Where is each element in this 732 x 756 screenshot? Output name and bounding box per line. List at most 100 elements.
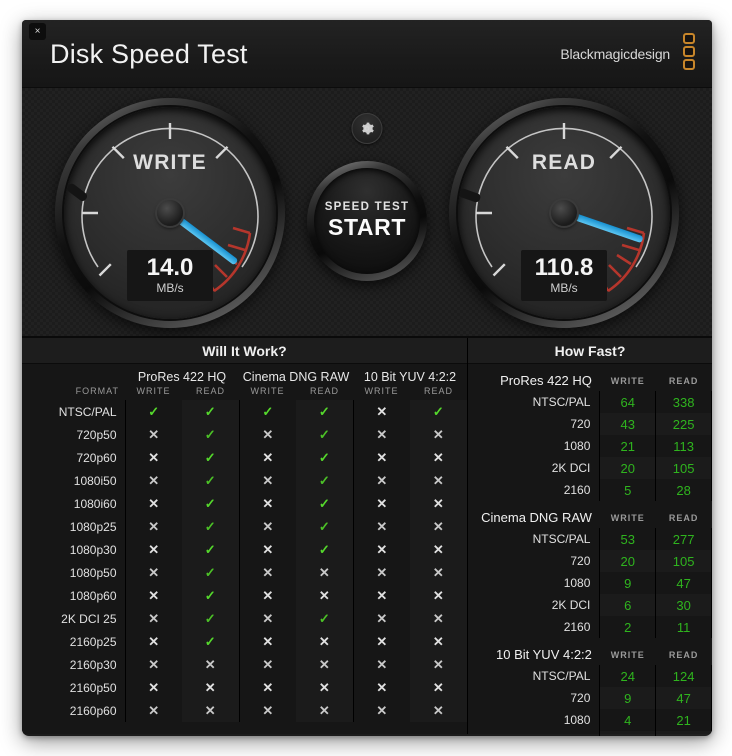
table-row: 1080p30 ✕ ✓ ✕ ✓ ✕ ✕ (22, 538, 468, 561)
write-speed-cell: 9 (599, 687, 656, 709)
table-row: 2K DCI 6 30 (468, 594, 712, 616)
brand-label: Blackmagicdesign (560, 46, 670, 62)
support-no-icon: ✕ (296, 584, 354, 607)
support-yes-icon: ✓ (182, 584, 240, 607)
table-row: 720p50 ✕ ✓ ✕ ✓ ✕ ✕ (22, 423, 468, 446)
read-speed-cell: 225 (655, 413, 712, 435)
support-no-icon: ✕ (262, 541, 274, 557)
resolution-cell: 720 (570, 691, 591, 705)
support-no-icon: ✕ (376, 610, 388, 626)
support-no-icon: ✕ (182, 653, 240, 676)
read-speed-cell: 113 (655, 435, 712, 457)
table-row: 2160 5 28 (468, 479, 712, 501)
how-fast-block: ProRes 422 HQ WRITE READ NTSC/PAL 64 338 720 43… (468, 368, 712, 501)
table-row: 2160p60 ✕ ✕ ✕ ✕ ✕ ✕ (22, 699, 468, 722)
write-speed-cell: 20 (599, 550, 656, 572)
write-speed-cell: 53 (599, 528, 656, 550)
support-no-icon: ✕ (148, 472, 160, 488)
support-no-icon: ✕ (410, 515, 468, 538)
format-cell: 720p50 (22, 423, 126, 446)
write-unit: MB/s (156, 281, 184, 295)
support-no-icon: ✕ (296, 653, 354, 676)
resolution-cell: 2K DCI (551, 598, 591, 612)
support-no-icon: ✕ (410, 630, 468, 653)
close-button[interactable]: × (29, 23, 46, 40)
support-no-icon: ✕ (376, 633, 388, 649)
write-gauge-label: WRITE (133, 151, 207, 174)
read-unit: MB/s (550, 281, 578, 295)
read-speed-cell: 105 (655, 550, 712, 572)
resolution-cell: 720 (570, 417, 591, 431)
support-yes-icon: ✓ (182, 492, 240, 515)
support-no-icon: ✕ (376, 564, 388, 580)
support-no-icon: ✕ (262, 426, 274, 442)
table-row: 2160 2 11 (468, 616, 712, 638)
support-yes-icon: ✓ (296, 538, 354, 561)
table-row: NTSC/PAL ✓ ✓ ✓ ✓ ✕ ✓ (22, 400, 468, 423)
support-no-icon: ✕ (182, 676, 240, 699)
table-row: 720 20 105 (468, 550, 712, 572)
support-yes-icon: ✓ (182, 607, 240, 630)
start-button[interactable]: SPEED TEST START (307, 161, 427, 281)
how-fast-title: How Fast? (468, 338, 712, 364)
format-cell: 2160p50 (22, 676, 126, 699)
support-no-icon: ✕ (410, 561, 468, 584)
read-gauge-label: READ (531, 151, 597, 174)
format-cell: 720p60 (22, 446, 126, 469)
format-cell: 2160p30 (22, 653, 126, 676)
support-yes-icon: ✓ (296, 492, 354, 515)
write-speed-cell: 3 (599, 731, 656, 736)
read-gauge-hub (551, 200, 577, 226)
table-row: 1080p25 ✕ ✓ ✕ ✓ ✕ ✕ (22, 515, 468, 538)
will-it-work-body: NTSC/PAL ✓ ✓ ✓ ✓ ✕ ✓ 720p50 ✕ ✓ ✕ ✓ ✕ ✕ 720p60 ✕ ✓ ✕ ✓ ✕ ✕ 10… (22, 400, 468, 722)
read-value: 110.8 (534, 253, 594, 281)
support-no-icon: ✕ (376, 495, 388, 511)
how-fast-block: 10 Bit YUV 4:2:2 WRITE READ NTSC/PAL 24 124 72… (468, 642, 712, 736)
support-no-icon: ✕ (376, 656, 388, 672)
support-no-icon: ✕ (148, 656, 160, 672)
support-no-icon: ✕ (148, 449, 160, 465)
format-cell: 2160p60 (22, 699, 126, 722)
sub-dng-read: READ (310, 386, 340, 396)
support-yes-icon: ✓ (148, 403, 160, 419)
support-no-icon: ✕ (296, 676, 354, 699)
how-fast-read-header: READ (668, 512, 699, 523)
support-no-icon: ✕ (410, 492, 468, 515)
support-no-icon: ✕ (376, 587, 388, 603)
how-fast-read-header: READ (668, 649, 699, 660)
support-no-icon: ✕ (262, 587, 274, 603)
title-bar: × Disk Speed Test Blackmagicdesign (22, 20, 712, 88)
read-speed-cell: 28 (655, 479, 712, 501)
resolution-cell: 1080 (563, 713, 591, 727)
write-readout: 14.0 MB/s (127, 249, 213, 301)
group-header-dng: Cinema DNG RAW (242, 370, 350, 384)
read-speed-cell: 124 (655, 665, 712, 687)
support-no-icon: ✕ (410, 423, 468, 446)
support-yes-icon: ✓ (296, 423, 354, 446)
how-fast-body: ProRes 422 HQ WRITE READ NTSC/PAL 64 338 720 43… (468, 368, 712, 736)
resolution-cell: 1080 (563, 576, 591, 590)
will-it-work-table: ProRes 422 HQ Cinema DNG RAW 10 Bit YUV … (22, 364, 468, 722)
support-no-icon: ✕ (148, 610, 160, 626)
support-no-icon: ✕ (262, 610, 274, 626)
sub-yuv-write: WRITE (364, 386, 399, 396)
support-yes-icon: ✓ (182, 423, 240, 446)
support-yes-icon: ✓ (296, 400, 354, 423)
support-no-icon: ✕ (148, 702, 160, 718)
support-no-icon: ✕ (376, 518, 388, 534)
format-cell: 1080p25 (22, 515, 126, 538)
settings-button[interactable] (351, 113, 383, 144)
sub-prores-write: WRITE (136, 386, 171, 396)
format-cell: 2160p25 (22, 630, 126, 653)
support-no-icon: ✕ (262, 679, 274, 695)
group-header-row: ProRes 422 HQ Cinema DNG RAW 10 Bit YUV … (22, 364, 467, 384)
group-header-yuv: 10 Bit YUV 4:2:2 (363, 370, 457, 384)
read-speed-cell: 105 (655, 457, 712, 479)
table-row: 1080i60 ✕ ✓ ✕ ✓ ✕ ✕ (22, 492, 468, 515)
support-no-icon: ✕ (182, 699, 240, 722)
support-no-icon: ✕ (410, 446, 468, 469)
support-no-icon: ✕ (148, 495, 160, 511)
support-no-icon: ✕ (410, 584, 468, 607)
support-no-icon: ✕ (262, 449, 274, 465)
support-no-icon: ✕ (148, 426, 160, 442)
